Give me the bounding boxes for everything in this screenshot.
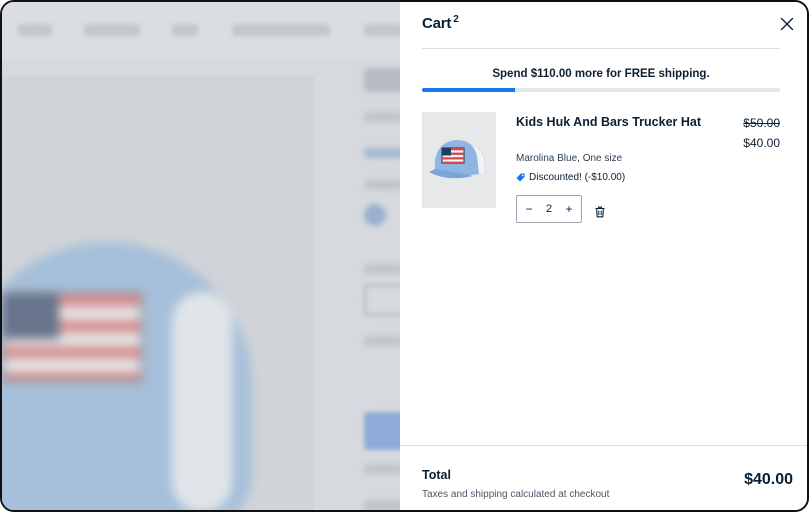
free-shipping-message: Spend $110.00 more for FREE shipping.	[492, 68, 710, 80]
footer-divider	[400, 445, 807, 446]
cart-line-item: Kids Huk And Bars Trucker Hat Marolina B…	[422, 112, 780, 232]
original-price: $50.00	[743, 116, 780, 130]
cart-item-count: 2	[453, 14, 459, 25]
remove-item-button[interactable]	[594, 203, 606, 218]
cart-header: Cart 2	[422, 14, 459, 32]
free-shipping-progress-bar	[422, 88, 780, 92]
quantity-value[interactable]: 2	[546, 203, 552, 215]
free-shipping-progress-fill	[422, 88, 516, 92]
total-label: Total	[422, 468, 451, 482]
cart-drawer: Cart 2 Spend $110.00 more for FREE shipp…	[400, 2, 807, 510]
taxes-shipping-note: Taxes and shipping calculated at checkou…	[422, 489, 610, 500]
discount-text: Discounted! (-$10.00)	[529, 172, 626, 183]
close-icon	[780, 17, 794, 31]
background-product-page	[2, 2, 400, 510]
screen-frame: Cart 2 Spend $110.00 more for FREE shipp…	[0, 0, 809, 512]
trash-icon	[595, 206, 605, 218]
tag-icon	[516, 173, 525, 182]
product-name[interactable]: Kids Huk And Bars Trucker Hat	[516, 113, 706, 131]
close-cart-button[interactable]	[779, 16, 795, 32]
background-dim-overlay[interactable]	[2, 2, 400, 510]
increase-quantity-button[interactable]: +	[563, 202, 575, 216]
sale-price: $40.00	[743, 136, 780, 150]
cart-title: Cart	[422, 15, 452, 32]
decrease-quantity-button[interactable]: −	[523, 202, 535, 216]
discount-badge: Discounted! (-$10.00)	[516, 172, 625, 183]
product-variant: Marolina Blue, One size	[516, 153, 623, 164]
trucker-hat-image	[429, 140, 486, 179]
product-thumbnail[interactable]	[422, 112, 496, 208]
total-amount: $40.00	[744, 471, 793, 488]
header-divider	[422, 48, 780, 49]
quantity-stepper: − 2 +	[516, 195, 582, 223]
